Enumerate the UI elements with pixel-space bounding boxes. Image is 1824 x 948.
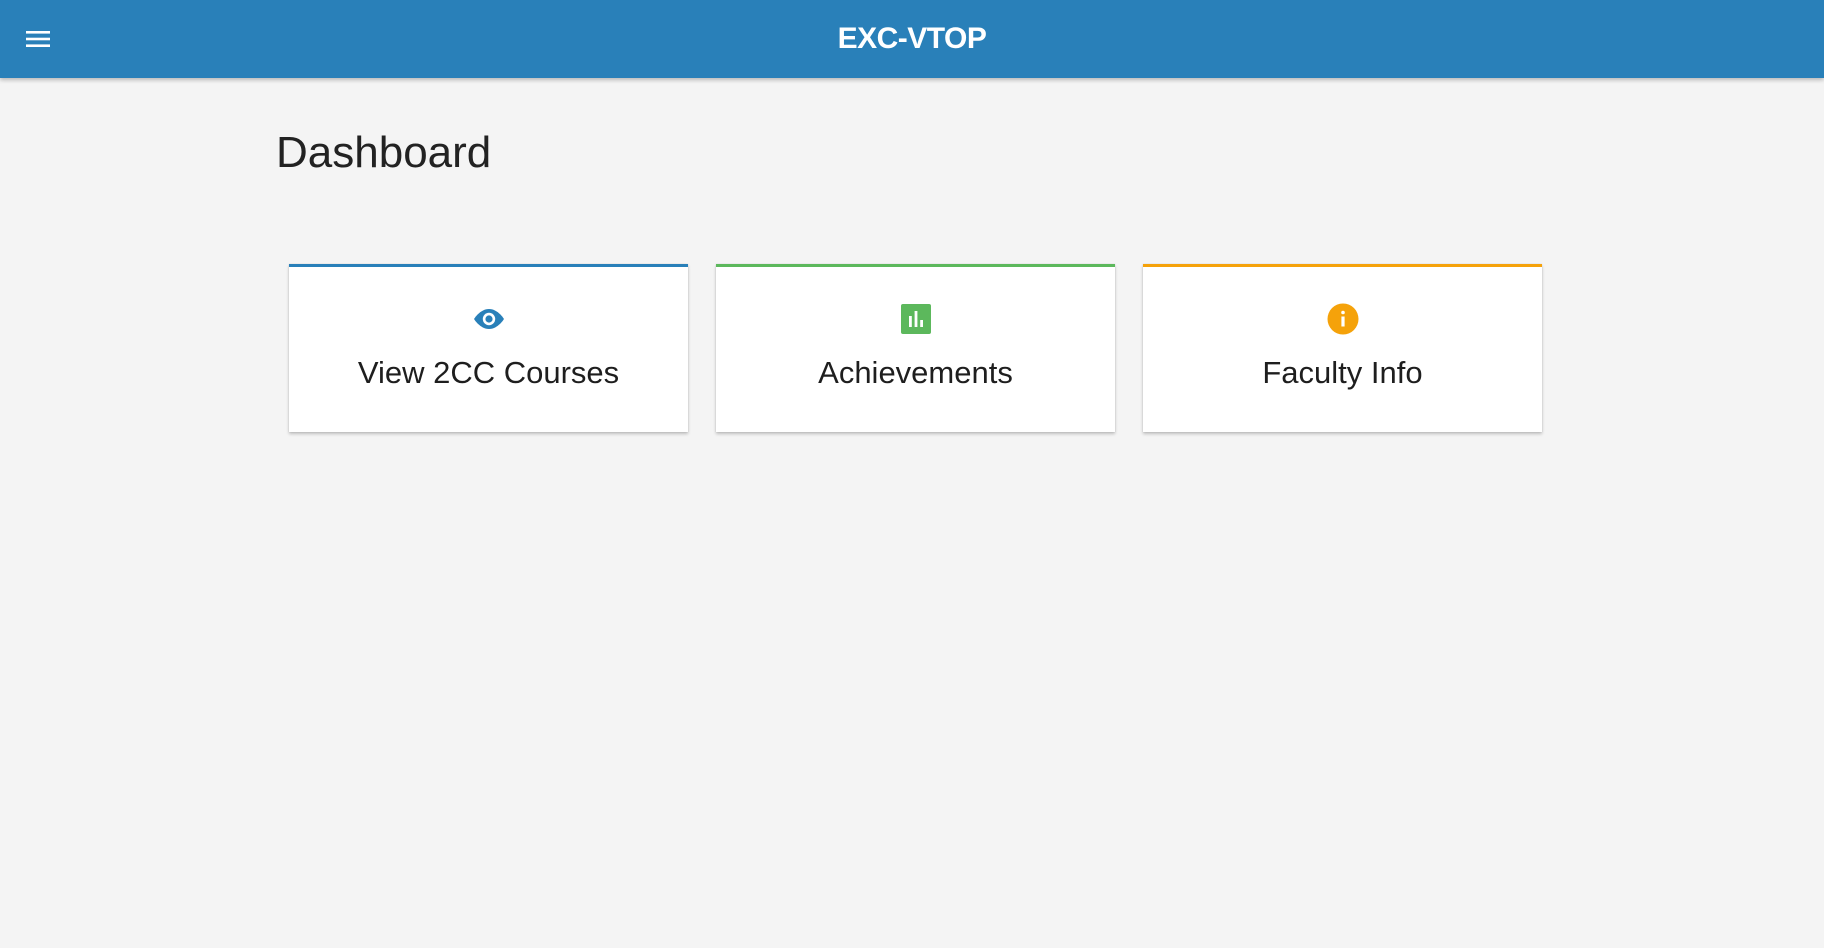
app-title: EXC-VTOP (837, 22, 987, 55)
dashboard-cards: View 2CC Courses Achievements Faculty In… (289, 264, 1542, 432)
card-label: Achievements (818, 355, 1013, 390)
card-label: Faculty Info (1262, 355, 1423, 390)
achievements-card[interactable]: Achievements (716, 264, 1115, 432)
eye-icon (471, 301, 507, 337)
page-title: Dashboard (276, 128, 492, 177)
hamburger-menu-icon[interactable] (22, 24, 54, 54)
bar-chart-icon (898, 301, 934, 337)
card-label: View 2CC Courses (357, 355, 620, 390)
top-app-bar: EXC-VTOP (0, 0, 1824, 78)
view-2cc-courses-card[interactable]: View 2CC Courses (289, 264, 688, 432)
info-icon (1325, 301, 1361, 337)
faculty-info-card[interactable]: Faculty Info (1143, 264, 1542, 432)
